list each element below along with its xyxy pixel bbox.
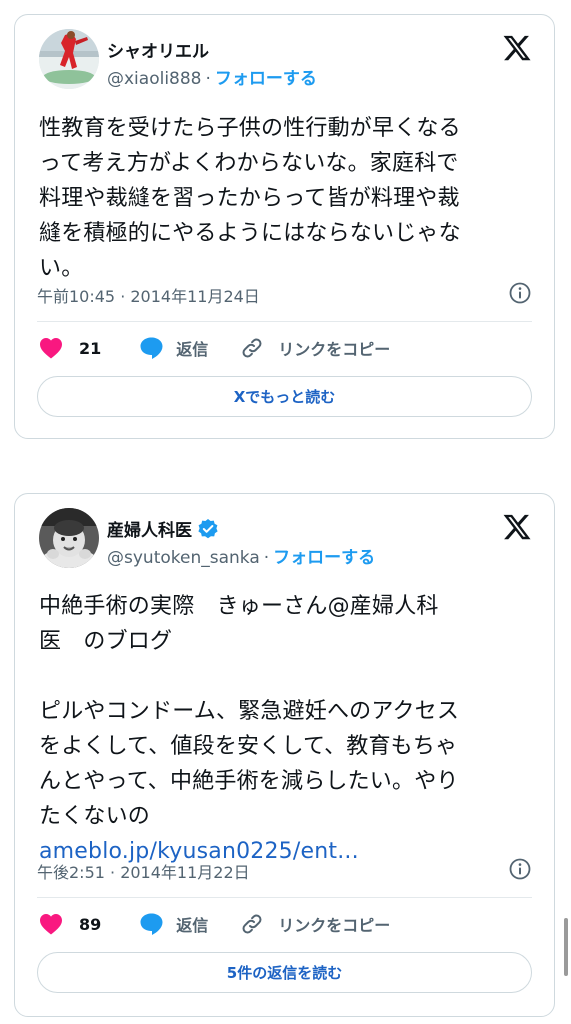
x-logo-icon[interactable] bbox=[502, 33, 532, 63]
speech-bubble-icon[interactable] bbox=[139, 912, 164, 936]
info-icon[interactable] bbox=[508, 857, 532, 881]
tweet-text-line: い。 bbox=[39, 256, 84, 281]
tweet-text-line: 縫を積極的にやるようにはならないじゃな bbox=[39, 221, 461, 246]
tweet-text-line: たくないの bbox=[39, 804, 151, 829]
like-count: 21 bbox=[79, 338, 102, 358]
tweet-text-line: って考え方がよくわからないな。家庭科で bbox=[39, 151, 459, 176]
separator-dot: · bbox=[205, 69, 211, 89]
handle-line: @syutoken_sanka · フォローする bbox=[107, 543, 375, 568]
link-icon[interactable] bbox=[240, 336, 264, 360]
separator-dot: · bbox=[263, 548, 270, 568]
tweet-text-line: 性教育を受けたら子供の性行動が早くなる bbox=[39, 116, 461, 141]
copy-link-button[interactable]: リンクをコピー bbox=[240, 336, 390, 360]
action-bar: 21 返信 リンクをコピー bbox=[39, 333, 390, 363]
scrollbar[interactable] bbox=[564, 918, 568, 976]
author-name[interactable]: 産婦人科医 bbox=[107, 516, 219, 541]
divider bbox=[37, 897, 532, 898]
action-bar: 89 返信 リンクをコピー bbox=[39, 909, 390, 939]
tweet-card[interactable]: 産婦人科医 @syutoken_sanka · フォローする 中絶手術の実際 きゅー… bbox=[14, 493, 555, 1017]
like-count: 89 bbox=[79, 914, 102, 934]
timestamp[interactable]: 午前10:45 · 2014年11月24日 bbox=[37, 283, 260, 307]
speech-bubble-icon[interactable] bbox=[139, 336, 164, 360]
tweet-text-line: 中絶手術の実際 きゅーさん@産婦人科 bbox=[39, 594, 439, 619]
avatar[interactable] bbox=[39, 508, 99, 568]
author-name-text[interactable]: 産婦人科医 bbox=[107, 516, 192, 541]
heart-icon[interactable] bbox=[39, 337, 63, 359]
copy-link-label: リンクをコピー bbox=[278, 340, 391, 359]
divider bbox=[37, 321, 532, 322]
verified-badge-icon bbox=[197, 518, 219, 540]
tweet-text: 中絶手術の実際 きゅーさん@産婦人科 医 のブログ ピルやコンドーム、緊急避妊へ… bbox=[39, 589, 531, 869]
heart-icon[interactable] bbox=[39, 913, 63, 935]
author-name-text[interactable]: シャオリエル bbox=[107, 37, 209, 62]
timestamp[interactable]: 午後2:51 · 2014年11月22日 bbox=[37, 859, 250, 883]
reply-button[interactable]: 返信 bbox=[139, 912, 240, 936]
follow-button[interactable]: フォローする bbox=[273, 548, 375, 568]
x-logo-icon[interactable] bbox=[502, 512, 532, 542]
tweet-text-line: 料理や裁縫を習ったからって皆が料理や裁 bbox=[39, 186, 460, 211]
copy-link-label: リンクをコピー bbox=[278, 916, 391, 935]
page: シャオリエル @xiaoli888 · フォローする 性教育を受けたら子供の性行動が… bbox=[0, 0, 571, 1024]
handle[interactable]: @xiaoli888 bbox=[107, 69, 202, 89]
reply-label: 返信 bbox=[176, 340, 209, 359]
handle-line: @xiaoli888 · フォローする bbox=[107, 64, 317, 89]
reply-label: 返信 bbox=[176, 916, 209, 935]
tweet-text-line: をよくして、値段を安くして、教育もちゃ bbox=[39, 734, 458, 759]
read-more-button[interactable]: Xでもっと読む bbox=[37, 376, 532, 417]
copy-link-button[interactable]: リンクをコピー bbox=[240, 912, 390, 936]
follow-button[interactable]: フォローする bbox=[215, 69, 317, 89]
reply-button[interactable]: 返信 bbox=[139, 336, 240, 360]
link-icon[interactable] bbox=[240, 912, 264, 936]
author-name[interactable]: シャオリエル bbox=[107, 37, 209, 62]
tweet-text-line: 医 のブログ bbox=[39, 629, 173, 654]
info-icon[interactable] bbox=[508, 281, 532, 305]
tweet-text-line: んとやって、中絶手術を減らしたい。やり bbox=[39, 769, 459, 794]
tweet-text: 性教育を受けたら子供の性行動が早くなる って考え方がよくわからないな。家庭科で … bbox=[39, 111, 531, 286]
tweet-text-line: ピルやコンドーム、緊急避妊へのアクセス bbox=[39, 699, 460, 724]
read-replies-button[interactable]: 5件の返信を読む bbox=[37, 952, 532, 993]
avatar[interactable] bbox=[39, 29, 99, 89]
like-button[interactable]: 21 bbox=[39, 337, 139, 359]
handle[interactable]: @syutoken_sanka bbox=[107, 548, 260, 568]
tweet-card[interactable]: シャオリエル @xiaoli888 · フォローする 性教育を受けたら子供の性行動が… bbox=[14, 14, 555, 439]
like-button[interactable]: 89 bbox=[39, 913, 139, 935]
